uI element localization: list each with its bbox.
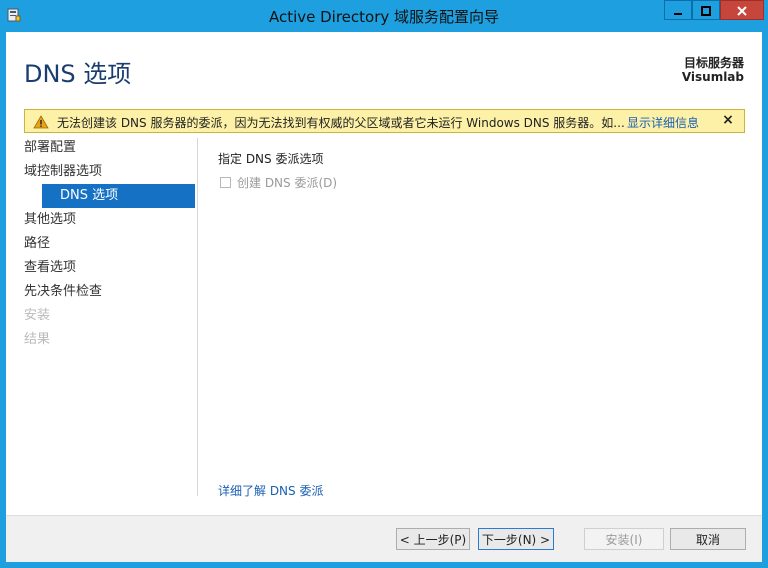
wizard-footer: < 上一步(P) 下一步(N) > 安装(I) 取消 xyxy=(6,515,762,562)
cancel-button[interactable]: 取消 xyxy=(670,528,746,550)
nav-divider xyxy=(197,138,198,496)
nav-item-dns-options[interactable]: DNS 选项 xyxy=(42,184,195,208)
nav-item-additional-options[interactable]: 其他选项 xyxy=(24,208,76,232)
show-details-link[interactable]: 显示详细信息 xyxy=(627,114,699,131)
target-server-name: Visumlab xyxy=(681,70,744,84)
previous-button[interactable]: < 上一步(P) xyxy=(396,528,470,550)
wizard-window: Active Directory 域服务配置向导 DNS 选项 目标服务器 Vi… xyxy=(0,0,768,568)
nav-item-deployment-config[interactable]: 部署配置 xyxy=(24,136,76,160)
create-dns-delegation-option: 创建 DNS 委派(D) xyxy=(220,174,337,190)
close-button[interactable] xyxy=(720,0,764,20)
dismiss-warning-icon[interactable]: × xyxy=(721,112,735,128)
window-title: Active Directory 域服务配置向导 xyxy=(268,8,500,26)
nav-item-results: 结果 xyxy=(24,332,51,347)
target-server-label: 目标服务器 xyxy=(683,56,744,70)
warning-message: 无法创建该 DNS 服务器的委派，因为无法找到有权威的父区域或者它未运行 Win… xyxy=(57,116,625,130)
create-dns-delegation-checkbox[interactable] xyxy=(220,176,231,188)
warning-icon xyxy=(33,114,49,129)
section-label: 指定 DNS 委派选项 xyxy=(218,152,324,166)
page-title: DNS 选项 xyxy=(24,60,132,88)
title-bar[interactable]: Active Directory 域服务配置向导 xyxy=(0,0,768,32)
nav-item-paths[interactable]: 路径 xyxy=(24,232,50,256)
minimize-icon xyxy=(673,1,683,20)
close-icon xyxy=(737,1,747,20)
warning-bar: 无法创建该 DNS 服务器的委派，因为无法找到有权威的父区域或者它未运行 Win… xyxy=(24,109,745,133)
next-button[interactable]: 下一步(N) > xyxy=(478,528,554,550)
install-button: 安装(I) xyxy=(584,528,664,550)
minimize-button[interactable] xyxy=(664,0,692,20)
maximize-icon xyxy=(701,1,711,20)
nav-item-installation: 安装 xyxy=(24,308,51,323)
learn-more-dns-delegation-link[interactable]: 详细了解 DNS 委派 xyxy=(218,482,323,499)
maximize-button[interactable] xyxy=(692,0,720,20)
create-dns-delegation-label: 创建 DNS 委派(D) xyxy=(237,175,338,190)
nav-item-prerequisites[interactable]: 先决条件检查 xyxy=(24,280,102,304)
nav-item-dc-options[interactable]: 域控制器选项 xyxy=(24,160,102,184)
wizard-client-area: DNS 选项 目标服务器 Visumlab 无法创建该 DNS 服务器的委派，因… xyxy=(6,32,762,562)
nav-item-review-options[interactable]: 查看选项 xyxy=(24,256,76,280)
